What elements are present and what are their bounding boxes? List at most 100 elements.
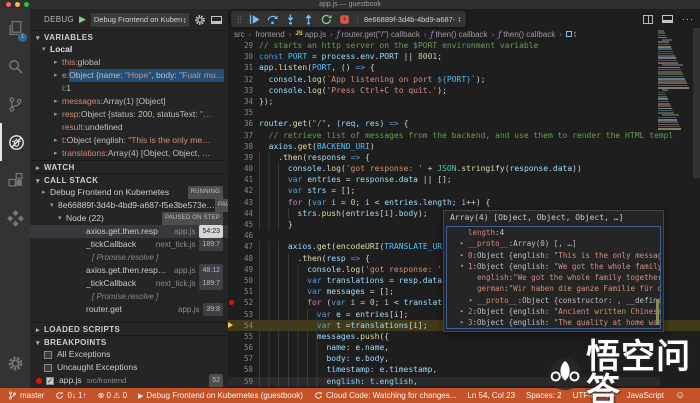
source-control-icon[interactable] (0, 85, 30, 123)
split-editor-icon[interactable] (643, 15, 653, 24)
status-item-play-3[interactable]: ▶Debug Frontend on Kubernetes (guestbook… (138, 391, 303, 400)
zoom-traffic-light[interactable] (24, 2, 29, 7)
popup-variable-row[interactable]: ▸__proto__: Object {constructor: , __def… (447, 295, 660, 306)
stack-frame-row[interactable]: _tickCallbacknext_tick.js189:7 (30, 277, 228, 290)
vertical-scrollbar[interactable] (693, 28, 700, 178)
popup-scrollbar[interactable] (656, 299, 659, 325)
line-number[interactable]: 44 (235, 208, 253, 219)
line-number[interactable]: 49 (235, 264, 253, 275)
line-number[interactable]: 55 (235, 331, 253, 342)
code-line[interactable]: 58 timestamp: e.timestamp, (228, 364, 700, 375)
code-line[interactable]: 39 .then(response => { (228, 152, 700, 163)
breakpoint-checkbox[interactable] (44, 364, 52, 372)
variable-row[interactable]: ▸translations: Array(4) [Object, Object,… (30, 147, 228, 160)
line-number[interactable]: 30 (235, 51, 253, 62)
code-line[interactable]: 57 body: e.body, (228, 353, 700, 364)
line-number[interactable]: 40 (235, 163, 253, 174)
variable-row[interactable]: ▸e: Object {name: "Hope", body: "Fuair m… (30, 69, 228, 82)
stack-frame-row[interactable]: router.getapp.js39:8 (30, 303, 228, 316)
line-number[interactable]: 57 (235, 353, 253, 364)
process-row[interactable]: ▾Node (22)PAUSED ON STEP (30, 212, 228, 225)
toggle-panel-icon[interactable] (662, 15, 673, 23)
minimap[interactable] (655, 28, 693, 132)
code-line[interactable]: 41 var entries = response.data || []; (228, 174, 700, 185)
watch-section-header[interactable]: ▸WATCH (30, 160, 228, 173)
horizontal-scrollbar[interactable] (228, 377, 660, 386)
thread-row[interactable]: ▸Debug Frontend on KubernetesRUNNING (30, 186, 228, 199)
popup-variable-row[interactable]: ▸3: Object {english: "The quality at hom… (447, 317, 660, 328)
line-number[interactable]: 51 (235, 286, 253, 297)
minimize-traffic-light[interactable] (15, 2, 20, 7)
debug-console-icon[interactable] (211, 14, 222, 26)
disconnect-button[interactable] (339, 14, 350, 25)
line-number[interactable]: 37 (235, 130, 253, 141)
cloud-code-icon[interactable] (0, 199, 30, 237)
code-line[interactable]: 56 name: e.name, (228, 342, 700, 353)
line-number[interactable]: 48 (235, 253, 253, 264)
stack-frame-row[interactable]: axios.get.then.respapp.js54:23 (30, 225, 228, 238)
breadcrumb-item[interactable]: ƒrouter.get("/") callback (337, 30, 420, 39)
step-out-button[interactable] (303, 14, 314, 25)
line-number[interactable]: 29 (235, 40, 253, 51)
explorer-icon[interactable]: 1 (0, 9, 30, 47)
popup-variable-row[interactable]: english: "We got the whole family togeth… (447, 272, 660, 283)
status-item-branch-0[interactable]: master (8, 391, 44, 400)
line-number[interactable]: 33 (235, 85, 253, 96)
status-item-errwarn-2[interactable]: ⊗ 0 ⚠ 0 (98, 391, 127, 400)
line-number[interactable]: 45 (235, 219, 253, 230)
code-line[interactable]: 31app.listen(PORT, () => { (228, 62, 700, 73)
variable-row[interactable]: result: undefined (30, 121, 228, 134)
status-item-right-0[interactable]: Ln 54, Col 23 (467, 391, 515, 400)
search-icon[interactable] (0, 47, 30, 85)
status-item-right-2[interactable]: UTF-8 (573, 391, 596, 400)
breakpoint-row[interactable]: Uncaught Exceptions (30, 361, 228, 374)
breakpoint-row[interactable]: All Exceptions (30, 348, 228, 361)
code-line[interactable]: 35 (228, 107, 700, 118)
line-number[interactable]: 52 (235, 297, 253, 308)
line-number[interactable]: 42 (235, 185, 253, 196)
configure-gear-icon[interactable] (194, 14, 206, 26)
status-item-right-4[interactable]: JavaScript (627, 391, 664, 400)
close-traffic-light[interactable] (6, 2, 11, 7)
debug-config-dropdown[interactable]: Debug Frontend on Kuben▴▾ (91, 13, 189, 27)
variable-row[interactable]: ▸this: global (30, 56, 228, 69)
variable-row[interactable]: i: 1 (30, 82, 228, 95)
code-line[interactable]: 55 messages.push({ (228, 331, 700, 342)
line-number[interactable]: 43 (235, 197, 253, 208)
line-number[interactable]: 31 (235, 62, 253, 73)
line-number[interactable]: 39 (235, 152, 253, 163)
code-line[interactable]: 37 // retrieve list of messages from the… (228, 130, 700, 141)
breadcrumb-item[interactable]: src (234, 30, 245, 39)
extensions-icon[interactable] (0, 161, 30, 199)
call-stack-section-header[interactable]: ▾CALL STACK (30, 173, 228, 186)
line-number[interactable]: 35 (235, 107, 253, 118)
popup-variable-row[interactable]: ▸2: Object {english: "Ancient written Ch… (447, 306, 660, 317)
settings-gear-icon[interactable] (0, 344, 30, 382)
drag-grip-icon[interactable] (237, 14, 242, 25)
code-line[interactable]: 34}); (228, 96, 700, 107)
code-line[interactable]: 43 for (var i = 0; i < entries.length; i… (228, 197, 700, 208)
status-item-right-3[interactable]: LF (606, 391, 615, 400)
loaded-scripts-section-header[interactable]: ▸LOADED SCRIPTS (30, 322, 228, 335)
line-number[interactable]: 54 (235, 320, 253, 331)
restart-button[interactable] (321, 14, 332, 25)
line-number[interactable]: 56 (235, 342, 253, 353)
breadcrumb-item[interactable]: ƒthen() callback (431, 30, 488, 39)
status-item-sync-4[interactable]: Cloud Code: Watching for changes... (314, 391, 456, 400)
stack-frame-row[interactable]: axios.get.then.responseapp.js48:12 (30, 264, 228, 277)
breakpoints-section-header[interactable]: ▾BREAKPOINTS (30, 335, 228, 348)
code-line[interactable]: 30const PORT = process.env.PORT || 8001; (228, 51, 700, 62)
popup-variable-row[interactable]: ▸__proto__: Array(0) [, …] (447, 238, 660, 249)
more-actions-icon[interactable]: ··· (682, 14, 694, 24)
breadcrumb-item[interactable]: ƒthen() callback (498, 30, 555, 39)
variables-section-header[interactable]: ▾VARIABLES (30, 30, 228, 43)
line-number[interactable]: 32 (235, 74, 253, 85)
line-number[interactable]: 47 (235, 241, 253, 252)
debug-icon[interactable] (0, 123, 30, 161)
line-number[interactable]: 36 (235, 118, 253, 129)
line-number[interactable]: 50 (235, 275, 253, 286)
popup-variable-row[interactable]: german: "Wir haben die ganze Familie für… (447, 283, 660, 294)
status-item-right-5[interactable]: ☺ (675, 390, 688, 401)
line-number[interactable]: 38 (235, 141, 253, 152)
popup-variable-row[interactable]: ▸0: Object {english: "This is the only m… (447, 250, 660, 261)
